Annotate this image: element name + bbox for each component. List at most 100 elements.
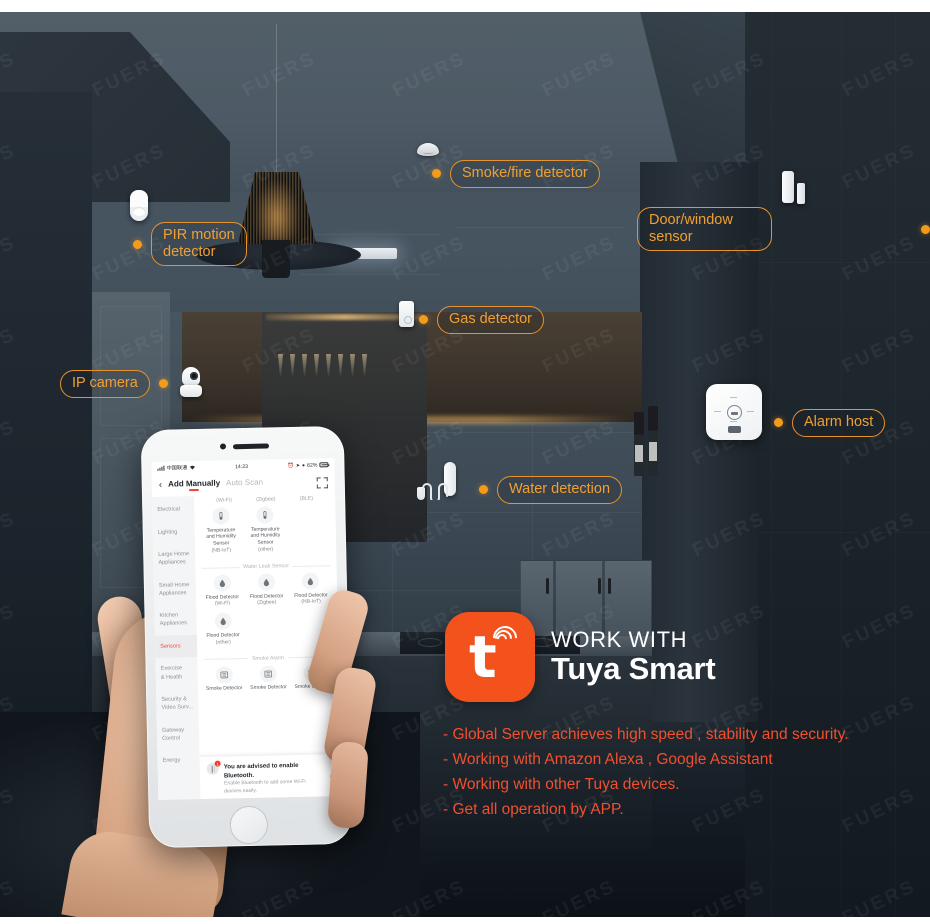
device-cell[interactable]: Flood Detector (other) (200, 612, 245, 646)
door-sensor-magnet (797, 183, 805, 204)
watermark-text: FUERS (389, 231, 470, 286)
callout-label: Gas detector (437, 306, 545, 334)
earpiece-speaker (232, 443, 270, 450)
callout-gas-detector[interactable]: Gas detector (419, 306, 545, 334)
callout-smoke-fire-detector[interactable]: Smoke/fire detector (432, 160, 600, 188)
section-title: Water Leak Sensor (201, 562, 330, 571)
callout-dot (432, 169, 441, 179)
watermark-text: FUERS (539, 231, 620, 286)
device-cell[interactable]: Flood Detector (Wi-Fi) (200, 574, 245, 608)
sidebar-item-sensors[interactable]: Sensors (154, 634, 198, 659)
location-icon: ➤ (295, 462, 301, 469)
temperature-humidity-icon (256, 506, 274, 524)
device-cell[interactable]: Temperature and Humidity Sensor (NB-IoT) (198, 507, 243, 555)
smoke-detector-device (417, 143, 439, 156)
callout-dot (419, 315, 428, 325)
feature-bullet-list: - Global Server achieves high speed , st… (443, 722, 913, 822)
device-grid: Flood Detector (Wi-Fi) Flood Detector (Zigb… (200, 572, 335, 651)
sidebar-item-exercise-health[interactable]: Exercise & Health (155, 657, 198, 688)
clock: 14:23 (234, 463, 249, 470)
callout-dot (479, 485, 488, 495)
water-leak-detector-device (417, 462, 459, 504)
sidebar-item-gateway-control[interactable]: Gateway Control (157, 718, 200, 749)
cabinet-handle (598, 578, 601, 594)
device-name: Temperature and Humidity Sensor (NB-IoT) (206, 526, 236, 554)
callout-label: Alarm host (792, 409, 886, 437)
feature-bullet: - Working with other Tuya devices. (443, 776, 680, 794)
battery-percent: 82% (306, 461, 318, 469)
device-protocol: (other) (215, 638, 231, 646)
device-protocol: (NB-IoT) (211, 547, 232, 554)
device-name: Temperature and Humidity Sensor (other) (250, 525, 281, 553)
device-name: Flood Detector (other) (206, 631, 240, 646)
sidebar-item-energy[interactable]: Energy (157, 749, 199, 772)
tuya-branding: t WORK WITH Tuya Smart (445, 612, 716, 702)
host-power-icon (727, 405, 742, 420)
top-border (0, 0, 930, 12)
battery-icon (319, 462, 329, 468)
temperature-humidity-icon (211, 507, 230, 525)
alarm-host-device (706, 384, 762, 440)
alarm-icon: ⏰ (287, 462, 294, 469)
device-cell[interactable]: Smoke Detector (202, 665, 247, 693)
lamp-stem (262, 240, 290, 278)
pir-motion-detector-device (130, 190, 148, 221)
callout-ip-camera[interactable]: IP camera (60, 370, 168, 398)
front-camera-icon (219, 443, 227, 450)
smoke-detector-icon (215, 665, 233, 684)
ceiling-grid-line (455, 227, 625, 228)
tab-add-manually[interactable]: Add Manually (168, 479, 220, 492)
sidebar-item-lighting[interactable]: Lighting (153, 521, 195, 544)
device-cell[interactable]: Flood Detector (NB-IoT) (288, 572, 333, 606)
ip-camera-device (179, 367, 203, 397)
sidebar-item-large-home-appliances[interactable]: Large Home Appliances (153, 543, 196, 574)
callout-water-detection[interactable]: Water detection (479, 476, 623, 504)
callout-alarm-host[interactable]: Alarm host (774, 409, 886, 437)
bluetooth-icon: ● (301, 462, 306, 469)
device-name: Flood Detector (Wi-Fi) (205, 593, 240, 608)
sidebar-item-kitchen-appliances[interactable]: Kitchen Appliances (154, 604, 197, 635)
sidebar-item-security-video-surv[interactable]: Security & Video Surv... (156, 688, 199, 719)
phone-screen: 中国联通 14:23 ⏰ ➤ ● 82% ‹ Add Manually Auto (151, 458, 342, 800)
callout-label: Door/window sensor (637, 207, 772, 252)
sidebar-item-electrical[interactable]: Electrical (152, 498, 194, 521)
feature-bullet: - Global Server achieves high speed , st… (443, 726, 849, 743)
device-protocol: (Zigbee) (257, 599, 277, 607)
tab-auto-scan[interactable]: Auto Scan (226, 478, 263, 491)
bottom-border (0, 917, 930, 924)
watermark-text: FUERS (539, 875, 620, 917)
callout-pir-motion-detector[interactable]: PIR motion detector (133, 222, 247, 267)
bluetooth-banner[interactable]: 1 You are advised to enable Bluetooth. E… (199, 754, 342, 800)
wifi-icon (189, 465, 195, 470)
water-cable-icon (422, 483, 448, 500)
app-body: Electrical Lighting Large Home Appliances S… (152, 493, 342, 800)
banner-body: Enable Bluetooth to add some Wi-Fi devic… (224, 779, 306, 795)
signal-bars-icon (157, 465, 165, 471)
tuya-smart-label: Tuya Smart (551, 651, 716, 687)
cabinet-handle (608, 578, 611, 594)
device-protocol: (NB-IoT) (301, 598, 321, 606)
scan-qr-icon[interactable] (316, 476, 328, 488)
callout-door-window-sensor[interactable]: Door/window sensor (637, 207, 930, 252)
callout-label: Smoke/fire detector (450, 160, 600, 188)
device-cell[interactable]: Temperature and Humidity Sensor (other) (243, 506, 288, 554)
sidebar-item-small-home-appliances[interactable]: Small Home Appliances (154, 574, 197, 605)
callout-dot (921, 224, 930, 234)
camera-base (180, 385, 202, 397)
camera-head (182, 367, 200, 386)
protocol-label: (BLE) (299, 495, 314, 502)
device-name: Smoke Detector (205, 685, 243, 692)
category-sidebar: Electrical Lighting Large Home Appliances S… (152, 496, 201, 800)
device-cell[interactable]: Smoke Detector (246, 664, 291, 692)
ceiling-grid-line (300, 274, 440, 275)
back-button[interactable]: ‹ (159, 480, 163, 491)
callout-label: PIR motion detector (151, 222, 247, 267)
bluetooth-icon: 1 (206, 760, 221, 775)
device-name: Flood Detector (Zigbee) (249, 592, 284, 607)
device-cell[interactable]: Flood Detector (Zigbee) (244, 573, 289, 607)
home-button[interactable] (229, 805, 269, 845)
hand-finger (327, 740, 369, 830)
pendant-cord (276, 24, 277, 174)
product-banner: FUERSFUERSFUERSFUERSFUERSFUERSFUERSFUERS… (0, 0, 930, 924)
water-drop-icon (257, 573, 276, 591)
